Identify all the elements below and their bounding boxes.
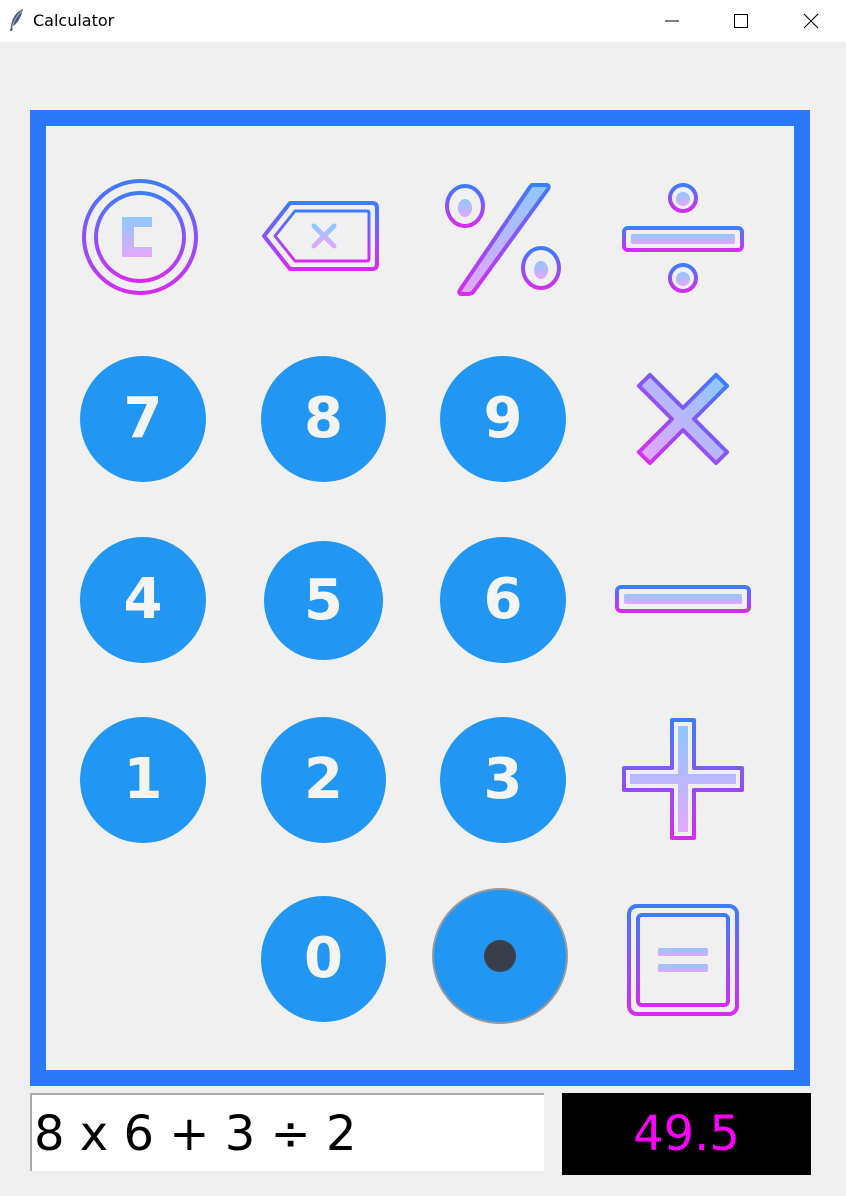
minus-icon (615, 585, 751, 613)
digit-5-button[interactable]: 5 (264, 541, 383, 660)
digit-1-label: 1 (123, 747, 163, 812)
backspace-button[interactable] (260, 198, 382, 274)
add-button[interactable] (620, 716, 746, 842)
percent-button[interactable] (442, 180, 566, 298)
equals-icon (627, 904, 739, 1016)
feather-icon (10, 9, 23, 31)
divide-icon (622, 183, 744, 293)
expression-field[interactable]: 8 x 6 + 3 ÷ 2 (30, 1093, 544, 1171)
result-display: 49.5 (562, 1093, 811, 1175)
multiply-button[interactable] (625, 362, 741, 476)
digit-8-label: 8 (304, 386, 343, 451)
minimize-button[interactable] (637, 0, 707, 42)
digit-9-label: 9 (483, 386, 523, 451)
minimize-icon (665, 20, 679, 22)
divide-button[interactable] (619, 180, 747, 298)
clear-button[interactable] (80, 177, 200, 297)
digit-0-button[interactable]: 0 (261, 896, 386, 1022)
window-title: Calculator (33, 11, 115, 30)
result-value: 49.5 (633, 1106, 740, 1162)
equals-button[interactable] (626, 903, 740, 1017)
digit-7-button[interactable]: 7 (80, 356, 206, 482)
digit-4-button[interactable]: 4 (80, 537, 206, 663)
decimal-button[interactable] (432, 888, 568, 1024)
digit-7-label: 7 (123, 386, 163, 451)
digit-2-button[interactable]: 2 (261, 717, 386, 843)
close-button[interactable] (776, 0, 846, 42)
close-icon (803, 13, 819, 29)
title-bar: Calculator (0, 0, 846, 42)
digit-6-button[interactable]: 6 (440, 537, 566, 663)
backspace-icon (262, 201, 379, 271)
digit-6-label: 6 (483, 567, 523, 632)
digit-9-button[interactable]: 9 (440, 356, 566, 482)
multiply-icon (636, 372, 730, 466)
decimal-point-icon (484, 940, 516, 972)
percent-icon (445, 183, 561, 296)
digit-5-label: 5 (304, 567, 343, 633)
clear-icon (82, 179, 198, 295)
maximize-button[interactable] (706, 0, 776, 42)
digit-3-label: 3 (483, 747, 523, 812)
digit-3-button[interactable]: 3 (440, 717, 566, 843)
digit-8-button[interactable]: 8 (261, 356, 386, 482)
digit-0-label: 0 (304, 926, 343, 991)
maximize-icon (734, 14, 748, 28)
subtract-button[interactable] (614, 584, 752, 614)
digit-1-button[interactable]: 1 (80, 717, 206, 843)
digit-2-label: 2 (304, 747, 343, 812)
plus-icon (622, 718, 744, 840)
digit-4-label: 4 (123, 567, 163, 632)
